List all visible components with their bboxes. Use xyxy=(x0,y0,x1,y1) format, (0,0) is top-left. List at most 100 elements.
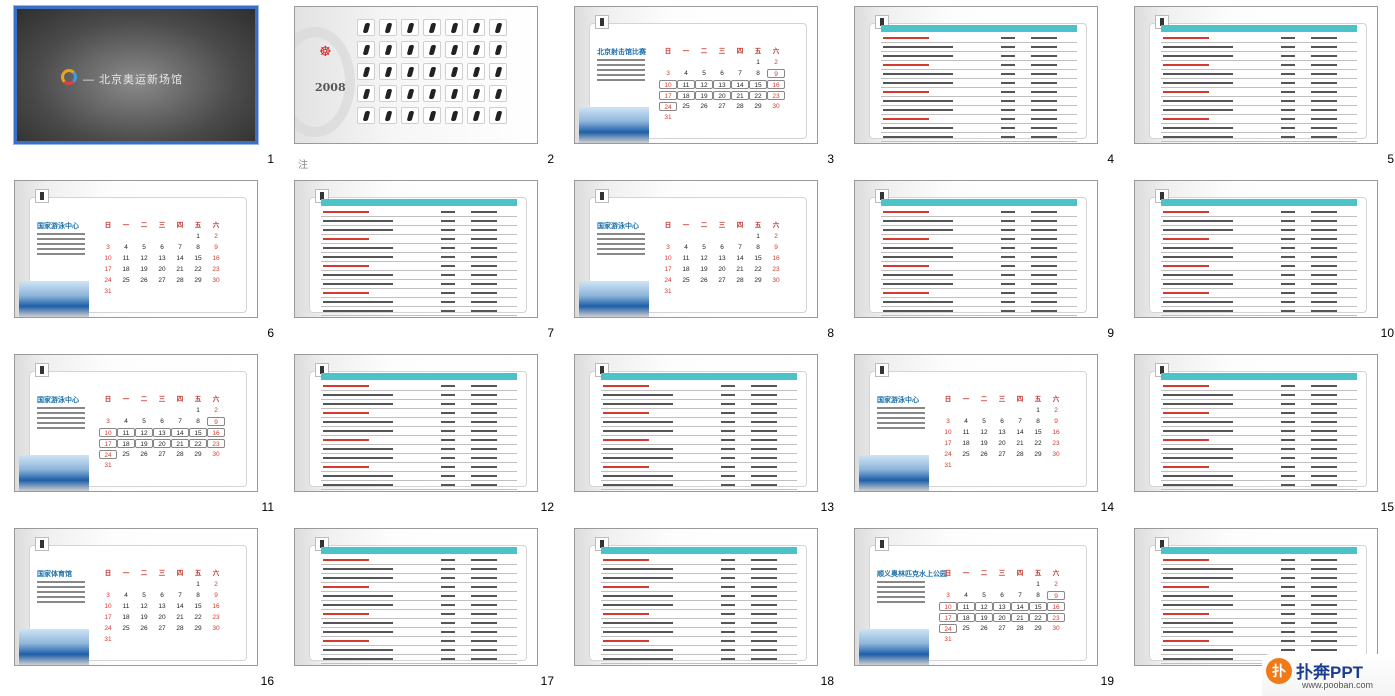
weekday-label: 二 xyxy=(140,396,148,403)
calendar-day: 28 xyxy=(736,277,744,284)
sport-pictogram-icon xyxy=(401,85,419,102)
calendar-day: 4 xyxy=(684,70,688,77)
table-row xyxy=(601,619,797,628)
table-row xyxy=(601,409,797,418)
table-row xyxy=(1161,226,1357,235)
sport-pictogram-icon xyxy=(379,63,397,80)
calendar-day: 22 xyxy=(194,614,202,621)
calendar-day xyxy=(153,406,171,415)
calendar-day: 8 xyxy=(1036,592,1040,599)
calendar-day xyxy=(695,232,713,241)
calendar-day: 15 xyxy=(194,603,202,610)
calendar-day: 18 xyxy=(122,614,130,621)
slide-thumbnail[interactable] xyxy=(574,528,818,666)
slide-thumbnail[interactable] xyxy=(1134,180,1378,318)
table-row xyxy=(1161,472,1357,481)
slide-thumbnail[interactable] xyxy=(1134,6,1378,144)
slide-thumbnail[interactable] xyxy=(854,180,1098,318)
sport-pictogram-icon xyxy=(489,41,507,58)
slide-thumbnail[interactable] xyxy=(294,180,538,318)
weekday-label: 六 xyxy=(212,396,220,403)
slide-thumbnail[interactable]: 国家游泳中心日一二三四五六 1 2 3 4 5 6 7 8 9 10 11 12 13 14 15 16 17 18… xyxy=(854,354,1098,492)
table-row xyxy=(321,307,517,316)
calendar-day: 25 xyxy=(962,625,970,632)
table-row xyxy=(321,472,517,481)
slide-thumbnail[interactable]: ☸ 2008 xyxy=(294,6,538,144)
venue-description xyxy=(597,233,645,258)
slide-thumbnail-cell: 15 xyxy=(1134,354,1394,514)
table-row xyxy=(321,481,517,490)
calendar-day: 21 xyxy=(176,266,184,273)
calendar-day: 22 xyxy=(189,439,207,448)
calendar-day: 22 xyxy=(749,91,767,100)
slide-thumbnail[interactable] xyxy=(574,354,818,492)
sport-pictogram-icon xyxy=(445,85,463,102)
calendar-day: 20 xyxy=(713,91,731,100)
calendar-day: 27 xyxy=(998,451,1006,458)
weekday-label: 日 xyxy=(664,222,672,229)
calendar-day: 11 xyxy=(122,255,130,262)
calendar-day: 11 xyxy=(682,255,690,262)
calendar-day: 17 xyxy=(664,266,672,273)
slide-thumbnail[interactable]: 北京射击馆比赛日一二三四五六 1 2 3 4 5 6 7 8 9 10 11 12 13 14 15 16 17 1… xyxy=(574,6,818,144)
calendar-day: 7 xyxy=(738,70,742,77)
calendar-day: 31 xyxy=(104,636,112,643)
table-row xyxy=(1161,88,1357,97)
slide-thumbnail[interactable]: 国家游泳中心日一二三四五六 1 2 3 4 5 6 7 8 9 10 11 12 13 14 15 16 17 18… xyxy=(574,180,818,318)
sport-pictogram-icon xyxy=(379,107,397,124)
table-row xyxy=(601,628,797,637)
calendar-day: 5 xyxy=(982,418,986,425)
calendar-day xyxy=(171,406,189,415)
table-row xyxy=(1161,565,1357,574)
calendar-day xyxy=(99,406,117,415)
slide-thumbnail[interactable]: 国家游泳中心日一二三四五六 1 2 3 4 5 6 7 8 9 10 11 12 13 14 15 16 17 18… xyxy=(14,180,258,318)
slide-thumbnail[interactable]: 顺义奥林匹克水上公园日一二三四五六 1 2 3 4 5 6 7 8 9 10 11 12 13 14 15 16… xyxy=(854,528,1098,666)
calendar-day: 8 xyxy=(756,70,760,77)
slide-thumbnail-cell: 7 xyxy=(294,180,554,340)
sport-pictogram-icon xyxy=(379,85,397,102)
slide-thumbnail[interactable] xyxy=(294,528,538,666)
calendar-day: 23 xyxy=(207,439,225,448)
slide-thumbnail[interactable] xyxy=(1134,528,1378,666)
table-row xyxy=(321,574,517,583)
slide-number: 18 xyxy=(820,674,834,688)
pooban-logo-icon: 扑 xyxy=(1266,658,1292,684)
calendar-day: 9 xyxy=(1047,591,1065,600)
slide-thumbnail[interactable]: — 北京奥运新场馆 xyxy=(13,5,259,145)
slide-thumbnail[interactable]: 国家体育馆日一二三四五六 1 2 3 4 5 6 7 8 9 10 11 12 13 14 15 16 17 18 1… xyxy=(14,528,258,666)
calendar-day: 16 xyxy=(1047,602,1065,611)
calendar-day: 15 xyxy=(749,80,767,89)
venue-description xyxy=(37,407,85,432)
calendar-day: 20 xyxy=(158,266,166,273)
calendar-day: 27 xyxy=(718,277,726,284)
table-row xyxy=(1161,298,1357,307)
calendar-day: 13 xyxy=(713,80,731,89)
venue-description xyxy=(877,581,925,606)
table-row xyxy=(881,124,1077,133)
sport-pictogram-icon xyxy=(401,63,419,80)
table-row xyxy=(601,454,797,463)
sport-pictogram-icon xyxy=(445,41,463,58)
table-row xyxy=(321,436,517,445)
calendar-day: 16 xyxy=(212,603,220,610)
calendar-day: 1 xyxy=(756,233,760,240)
calendar-day: 3 xyxy=(946,418,950,425)
table-row xyxy=(1161,307,1357,316)
slide-thumbnail[interactable] xyxy=(1134,354,1378,492)
slide-thumbnail-cell: 9 xyxy=(854,180,1114,340)
slide-thumbnail[interactable] xyxy=(294,354,538,492)
slide-thumbnail[interactable]: 国家游泳中心日一二三四五六 1 2 3 4 5 6 7 8 9 10 11 12 13 14 15 16 17 18… xyxy=(14,354,258,492)
table-row xyxy=(881,97,1077,106)
calendar-day: 11 xyxy=(677,80,695,89)
weekday-label: 五 xyxy=(194,570,202,577)
table-header xyxy=(881,199,1077,206)
slide-thumbnail-cell: 10 xyxy=(1134,180,1394,340)
table-row xyxy=(881,43,1077,52)
slide-thumbnail[interactable] xyxy=(854,6,1098,144)
sport-pictogram-icon xyxy=(467,41,485,58)
calendar-day: 21 xyxy=(1011,613,1029,622)
table-row xyxy=(881,106,1077,115)
weekday-label: 三 xyxy=(158,222,166,229)
calendar-day: 8 xyxy=(196,418,200,425)
table-row xyxy=(321,289,517,298)
